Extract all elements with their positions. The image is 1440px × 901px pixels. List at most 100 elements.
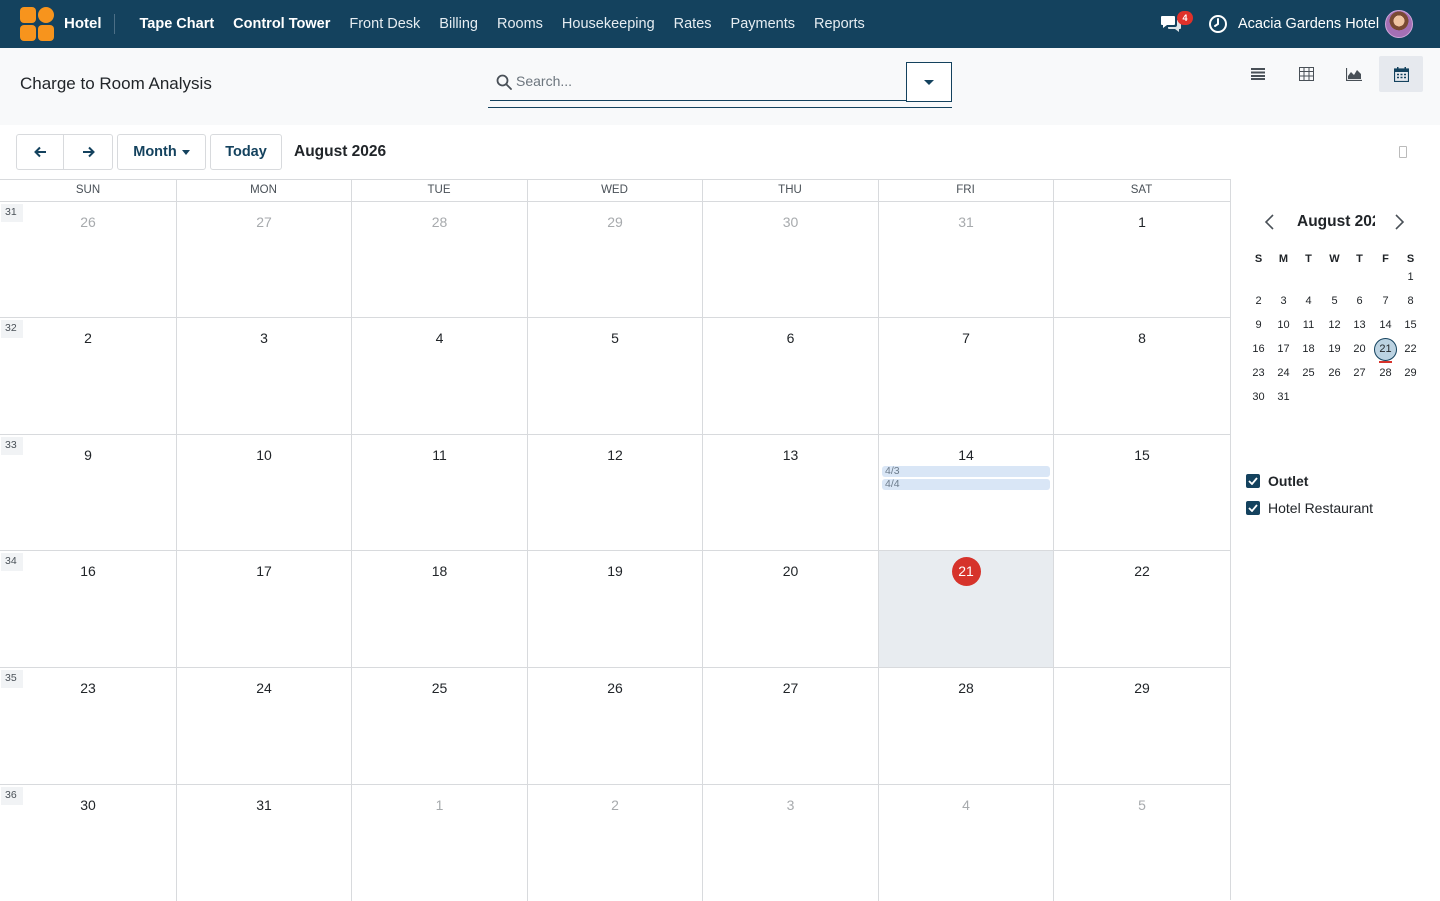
day-cell[interactable]: 1: [1054, 202, 1230, 318]
mini-day[interactable]: 6: [1347, 290, 1372, 312]
nav-item-billing[interactable]: Billing: [430, 16, 488, 32]
mini-day[interactable]: 7: [1373, 290, 1398, 312]
day-cell[interactable]: 8: [1054, 318, 1230, 434]
calendar-view-button[interactable]: [1379, 56, 1423, 92]
day-cell[interactable]: 21: [879, 551, 1053, 667]
day-cell[interactable]: 30: [0, 785, 176, 901]
calendar-event[interactable]: 4/3: [882, 466, 1050, 477]
day-cell[interactable]: 24: [177, 668, 351, 784]
chevron-right-icon[interactable]: [1391, 213, 1407, 231]
day-cell[interactable]: 17: [177, 551, 351, 667]
company-name[interactable]: Acacia Gardens Hotel: [1238, 16, 1379, 32]
nav-item-reports[interactable]: Reports: [805, 16, 875, 32]
day-cell[interactable]: 22: [1054, 551, 1230, 667]
app-name[interactable]: Hotel: [64, 15, 102, 32]
mini-day[interactable]: 2: [1246, 290, 1271, 312]
mini-day[interactable]: 22: [1398, 338, 1423, 360]
graph-view-button[interactable]: [1330, 56, 1378, 92]
nav-item-control-tower[interactable]: Control Tower: [224, 16, 340, 32]
day-cell[interactable]: 14 4/3 4/4: [879, 435, 1053, 551]
day-cell[interactable]: 27: [177, 202, 351, 318]
mini-day-selected[interactable]: 21: [1373, 338, 1398, 363]
mini-day[interactable]: 27: [1347, 362, 1372, 384]
day-cell[interactable]: 3: [177, 318, 351, 434]
day-cell[interactable]: 29: [1054, 668, 1230, 784]
pivot-view-button[interactable]: [1282, 56, 1330, 92]
mini-day[interactable]: 29: [1398, 362, 1423, 384]
mini-day[interactable]: 17: [1271, 338, 1296, 360]
day-cell[interactable]: 3: [703, 785, 878, 901]
list-view-button[interactable]: [1234, 56, 1282, 92]
mini-day[interactable]: 18: [1296, 338, 1321, 360]
nav-item-rooms[interactable]: Rooms: [487, 16, 552, 32]
search-options-toggle[interactable]: [906, 62, 952, 102]
day-cell[interactable]: 23: [0, 668, 176, 784]
checkbox[interactable]: [1246, 500, 1260, 515]
filter-item-outlet[interactable]: Outlet: [1246, 467, 1373, 494]
mini-day[interactable]: 31: [1271, 386, 1296, 408]
mini-day[interactable]: 30: [1246, 386, 1271, 408]
day-cell[interactable]: 13: [703, 435, 878, 551]
day-cell[interactable]: 29: [528, 202, 702, 318]
mini-day[interactable]: 9: [1246, 314, 1271, 336]
mini-day[interactable]: 10: [1271, 314, 1296, 336]
day-cell[interactable]: 18: [352, 551, 527, 667]
day-cell[interactable]: 16: [0, 551, 176, 667]
day-cell[interactable]: 31: [177, 785, 351, 901]
day-cell[interactable]: 6: [703, 318, 878, 434]
day-cell[interactable]: 28: [879, 668, 1053, 784]
mini-day[interactable]: 11: [1296, 314, 1321, 336]
app-logo[interactable]: [20, 7, 56, 43]
filter-item-hotel-restaurant[interactable]: Hotel Restaurant: [1246, 494, 1373, 521]
day-cell[interactable]: 5: [528, 318, 702, 434]
day-cell[interactable]: 11: [352, 435, 527, 551]
mini-day[interactable]: 28: [1373, 362, 1398, 384]
mini-day[interactable]: 13: [1347, 314, 1372, 336]
user-avatar[interactable]: [1385, 10, 1413, 38]
nav-item-tape-chart[interactable]: Tape Chart: [130, 16, 224, 32]
day-cell[interactable]: 15: [1054, 435, 1230, 551]
mini-day[interactable]: 16: [1246, 338, 1271, 360]
sidebar-toggle-icon[interactable]: [1399, 146, 1407, 158]
day-cell[interactable]: 31: [879, 202, 1053, 318]
day-cell[interactable]: 9: [0, 435, 176, 551]
mini-day[interactable]: 20: [1347, 338, 1372, 360]
day-cell[interactable]: 26: [0, 202, 176, 318]
chevron-left-icon[interactable]: [1262, 213, 1278, 231]
mini-day[interactable]: 8: [1398, 290, 1423, 312]
day-cell[interactable]: 4: [352, 318, 527, 434]
today-button[interactable]: Today: [210, 134, 282, 170]
next-button[interactable]: [64, 134, 113, 170]
mini-day[interactable]: 23: [1246, 362, 1271, 384]
mini-day[interactable]: 3: [1271, 290, 1296, 312]
nav-item-housekeeping[interactable]: Housekeeping: [552, 16, 664, 32]
day-cell[interactable]: 5: [1054, 785, 1230, 901]
day-cell[interactable]: 25: [352, 668, 527, 784]
previous-button[interactable]: [16, 134, 64, 170]
mini-day[interactable]: 26: [1322, 362, 1347, 384]
scale-dropdown[interactable]: Month: [117, 134, 206, 170]
clock-icon[interactable]: [1208, 14, 1228, 34]
day-cell[interactable]: 7: [879, 318, 1053, 434]
day-cell[interactable]: 1: [352, 785, 527, 901]
day-cell[interactable]: 19: [528, 551, 702, 667]
day-cell[interactable]: 2: [0, 318, 176, 434]
mini-day[interactable]: 24: [1271, 362, 1296, 384]
search-input[interactable]: [516, 66, 896, 96]
day-cell[interactable]: 27: [703, 668, 878, 784]
mini-day[interactable]: 25: [1296, 362, 1321, 384]
nav-item-payments[interactable]: Payments: [721, 16, 804, 32]
mini-day[interactable]: 4: [1296, 290, 1321, 312]
mini-day[interactable]: 14: [1373, 314, 1398, 336]
day-cell[interactable]: 12: [528, 435, 702, 551]
mini-day[interactable]: 19: [1322, 338, 1347, 360]
day-cell[interactable]: 28: [352, 202, 527, 318]
mini-day[interactable]: 12: [1322, 314, 1347, 336]
day-cell[interactable]: 4: [879, 785, 1053, 901]
day-cell[interactable]: 20: [703, 551, 878, 667]
nav-item-front-desk[interactable]: Front Desk: [340, 16, 430, 32]
nav-item-rates[interactable]: Rates: [664, 16, 721, 32]
day-cell[interactable]: 2: [528, 785, 702, 901]
calendar-event[interactable]: 4/4: [882, 479, 1050, 490]
checkbox[interactable]: [1246, 473, 1260, 488]
